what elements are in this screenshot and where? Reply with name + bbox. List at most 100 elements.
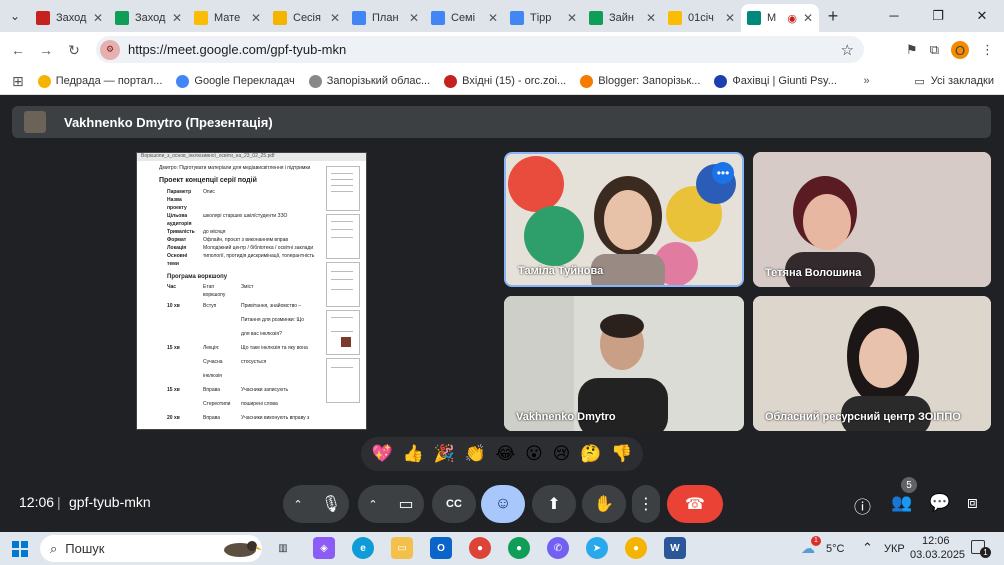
language-indicator[interactable]: УКР [884,543,905,555]
people-icon[interactable]: 👥 [891,493,912,513]
page-thumbnail[interactable] [326,310,360,355]
more-options-icon[interactable]: ••• [712,162,734,184]
browser-tab[interactable]: Зайн ✕ [583,4,662,32]
close-window-button[interactable]: ✕ [960,8,1004,24]
reaction-emoji[interactable]: 😢 [553,444,571,464]
apps-grid-icon[interactable]: ⊞ [12,73,24,90]
participant-tile[interactable]: Vakhnenko Dmytro [504,296,744,431]
participant-tile[interactable]: ••• Таміла Туйнова [504,152,744,287]
edge-icon[interactable]: e [352,537,374,559]
close-tab-icon[interactable]: ✕ [567,11,577,25]
chrome-icon[interactable]: ● [469,537,491,559]
browser-tab[interactable]: Семі ✕ [425,4,504,32]
reaction-emoji[interactable]: 😮 [525,444,543,464]
more-options-button[interactable]: ⋮ [632,485,660,523]
reaction-emoji[interactable]: 👍 [403,444,424,464]
captions-button[interactable]: CC [432,485,476,523]
bookmark-item[interactable]: Фахівці | Giunti Psy... [714,74,837,88]
telegram-icon[interactable]: ➤ [586,537,608,559]
page-thumbnail[interactable] [326,166,360,211]
browser-tab[interactable]: Заход ✕ [109,4,188,32]
tab-search-chevron-icon[interactable]: ⌄ [0,0,30,32]
reaction-emoji[interactable]: 😂 [495,444,515,464]
camera-options-chevron[interactable]: ⌃ [358,485,388,523]
profile-avatar[interactable]: О [951,41,969,59]
close-tab-icon[interactable]: ✕ [725,11,735,25]
participant-tile[interactable]: Тетяна Волошина [753,152,991,287]
task-view-icon[interactable]: ▥ [272,537,294,559]
close-tab-icon[interactable]: ✕ [488,11,498,25]
doc-cell: Офлайн, проєкт з виконанням вправ [203,237,289,243]
close-tab-icon[interactable]: ✕ [330,11,340,25]
maximize-button[interactable]: ❐ [916,8,960,24]
all-bookmarks-button[interactable]: ▭ Усі закладки [914,75,994,88]
emoji-reactions-button[interactable]: ☺ [481,485,525,523]
doc-cell: Вправа Привілеї [203,415,220,421]
forward-button[interactable]: → [32,42,60,58]
minimize-button[interactable]: ─ [872,8,916,24]
page-thumbnail[interactable] [326,262,360,307]
bookmark-star-icon[interactable]: ☆ [841,41,854,59]
tray-chevron-icon[interactable]: ⌃ [862,540,873,556]
raise-hand-button[interactable]: ✋ [582,485,626,523]
reaction-emoji[interactable]: 💖 [372,444,393,464]
browser-tab[interactable]: Заход ✕ [30,4,109,32]
mic-options-chevron[interactable]: ⌃ [283,485,313,523]
bookmark-item[interactable]: Blogger: Запорізьк... [580,74,700,88]
browser-tab[interactable]: Тіpp ✕ [504,4,583,32]
meeting-info-icon[interactable]: ⓘ [854,493,871,518]
taskbar-date[interactable]: 03.03.2025 [910,549,965,561]
browser-tab[interactable]: 01січ ✕ [662,4,741,32]
word-icon[interactable]: W [664,537,686,559]
viber-icon[interactable]: ✆ [547,537,569,559]
windows-start-icon[interactable] [0,540,40,557]
camera-button[interactable]: ▭ [388,485,424,523]
activities-icon[interactable]: ⧈ [967,493,978,513]
extension-icon[interactable]: ⚑ [906,42,918,58]
close-tab-icon[interactable]: ✕ [172,11,182,25]
browser-tab[interactable]: Сесія ✕ [267,4,346,32]
page-thumbnail[interactable] [326,214,360,259]
bookmark-item[interactable]: Запорізький облас... [308,74,430,88]
chrome-icon[interactable]: ● [625,537,647,559]
browser-tab[interactable]: M ◉ ✕ [741,4,819,32]
mic-button[interactable]: 🎙 [313,485,349,523]
extensions-puzzle-icon[interactable]: ⧉ [930,42,939,58]
presentation-tile[interactable]: Воркшопи_з_основ_інклюзивної_освіти_на_2… [136,152,367,430]
file-explorer-icon[interactable]: ▭ [391,537,413,559]
close-tab-icon[interactable]: ✕ [803,11,813,25]
browser-tab[interactable]: Мате ✕ [188,4,267,32]
bookmark-item[interactable]: Вхідні (15) - orc.zoi... [444,74,566,88]
taskbar-time[interactable]: 12:06 [922,535,950,547]
doc-row: Локація Молодіжний центр / бібліотека / о… [167,244,321,252]
reload-button[interactable]: ↻ [60,42,88,59]
chrome-icon[interactable]: ● [508,537,530,559]
site-info-icon[interactable]: ⚙ [100,39,120,60]
chat-icon[interactable]: 💬 [929,493,950,513]
reaction-emoji[interactable]: 🤔 [580,444,601,464]
reaction-emoji[interactable]: 👎 [611,444,632,464]
leave-call-button[interactable]: ☎ [667,485,723,523]
address-bar[interactable]: ⚙ https://meet.google.com/gpf-tyub-mkn ☆ [96,36,864,63]
close-tab-icon[interactable]: ✕ [251,11,261,25]
url-text[interactable]: https://meet.google.com/gpf-tyub-mkn [128,42,346,57]
back-button[interactable]: ← [4,42,32,58]
close-tab-icon[interactable]: ✕ [646,11,656,25]
bookmark-item[interactable]: Google Перекладач [176,74,295,88]
close-tab-icon[interactable]: ✕ [409,11,419,25]
bookmark-favicon-icon [580,74,594,88]
page-thumbnail[interactable] [326,358,360,403]
close-tab-icon[interactable]: ✕ [93,11,103,25]
bookmark-item[interactable]: Педрада — портал... [37,74,162,88]
menu-dots-icon[interactable]: ⋮ [981,42,994,58]
outlook-icon[interactable]: O [430,537,452,559]
more-bookmarks-icon[interactable]: » [864,75,870,87]
reaction-emoji[interactable]: 🎉 [434,444,455,464]
browser-tab[interactable]: План ✕ [346,4,425,32]
present-screen-button[interactable]: ⬆ [532,485,576,523]
participant-tile[interactable]: Обласний ресурсний центр ЗОІППО [753,296,991,431]
reaction-emoji[interactable]: 👏 [465,444,486,464]
new-tab-button[interactable]: + [819,6,847,27]
taskbar-search[interactable]: ⌕ Пошук [40,535,262,562]
copilot-icon[interactable]: ◈ [313,537,335,559]
